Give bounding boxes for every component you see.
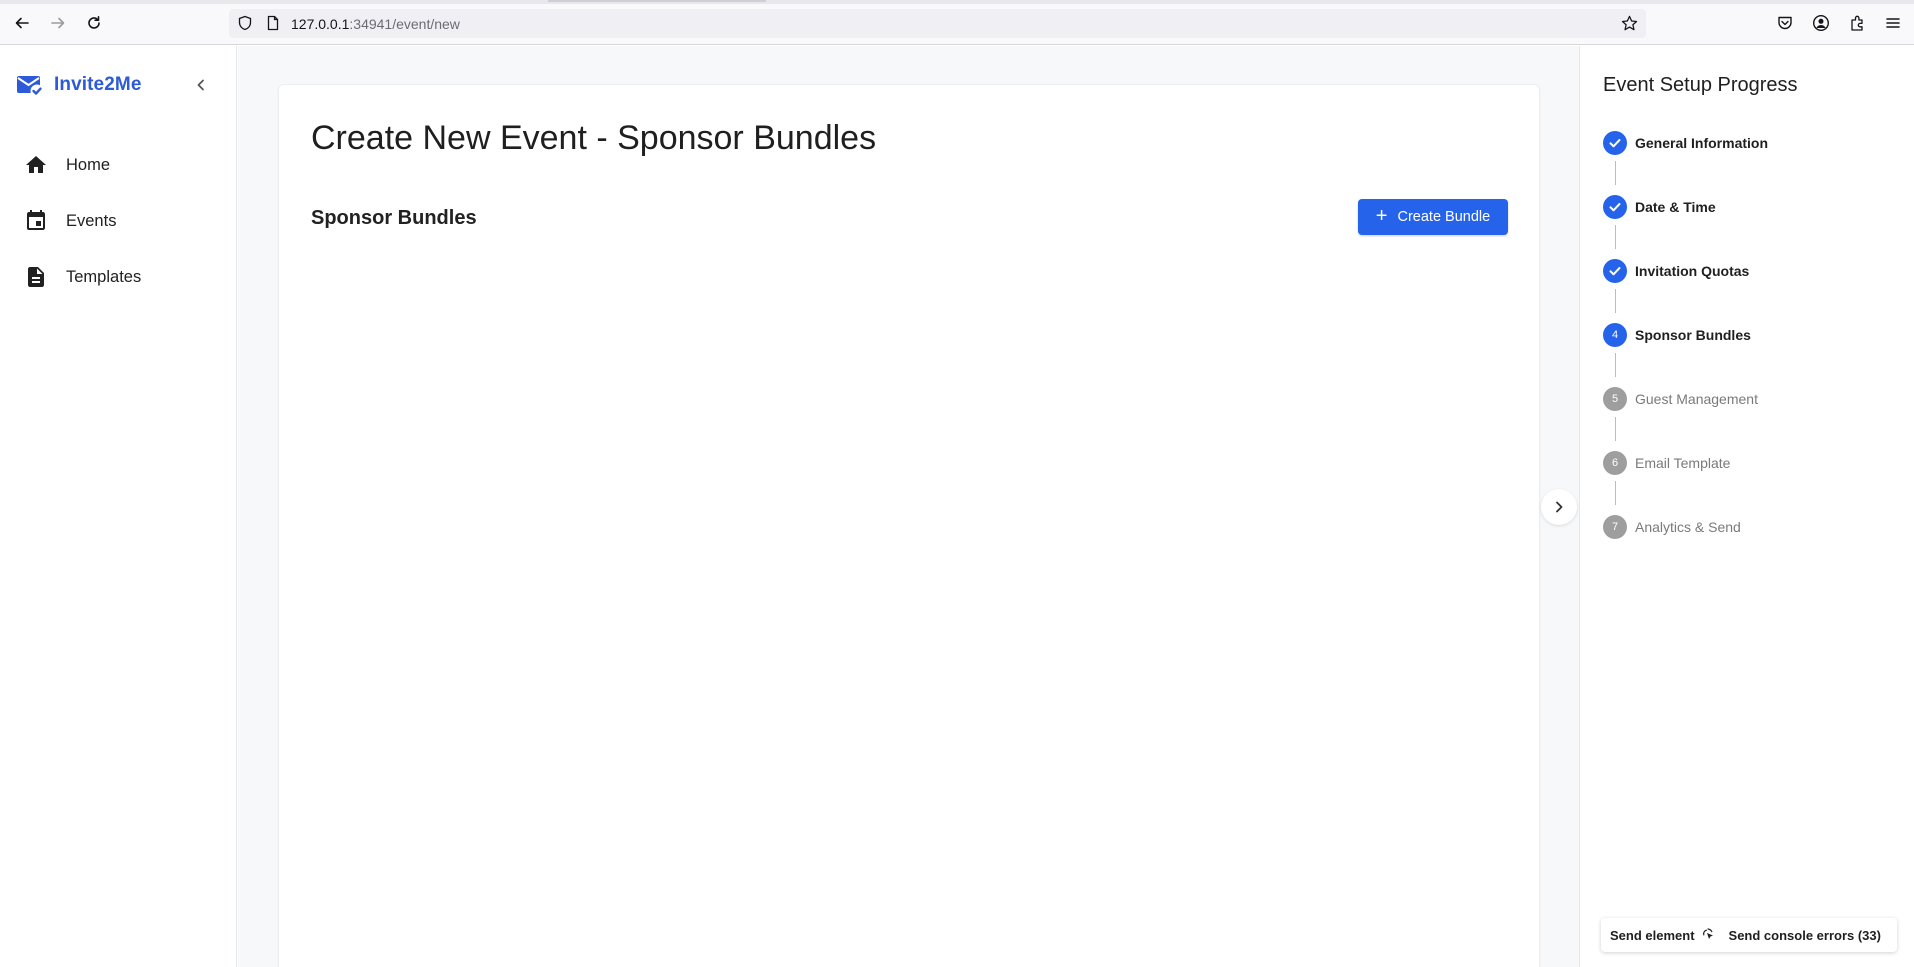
step-label: Sponsor Bundles xyxy=(1635,327,1751,343)
browser-toolbar: 127.0.0.1:34941/event/new xyxy=(0,0,1914,45)
address-bar[interactable]: 127.0.0.1:34941/event/new xyxy=(229,9,1646,38)
toggle-progress-panel-button[interactable] xyxy=(1541,489,1577,525)
sidebar-item-label: Home xyxy=(66,155,111,174)
bookmark-star-icon[interactable] xyxy=(1621,15,1638,32)
page-title: Create New Event - Sponsor Bundles xyxy=(311,119,877,157)
step-connector xyxy=(1615,161,1616,185)
step-number-badge: 5 xyxy=(1603,387,1627,411)
step-sponsor-bundles[interactable]: 4 Sponsor Bundles xyxy=(1603,322,1751,348)
send-console-errors-button[interactable]: Send console errors (33) xyxy=(1729,928,1881,943)
check-icon xyxy=(1603,259,1627,283)
sidebar-item-home[interactable]: Home xyxy=(24,151,110,179)
content-card: Create New Event - Sponsor Bundles Spons… xyxy=(278,84,1540,967)
step-number-badge: 4 xyxy=(1603,323,1627,347)
collapse-sidebar-button[interactable] xyxy=(190,74,212,96)
active-tab-indicator xyxy=(548,0,766,2)
tab-strip-edge xyxy=(0,0,1914,4)
step-number-badge: 7 xyxy=(1603,515,1627,539)
sidebar-item-label: Templates xyxy=(66,267,142,286)
cursor-click-icon xyxy=(1702,928,1713,939)
step-connector xyxy=(1615,417,1616,441)
step-connector xyxy=(1615,289,1616,313)
app-name: Invite2Me xyxy=(54,74,142,95)
sidebar-item-label: Events xyxy=(66,211,117,230)
main-content: Create New Event - Sponsor Bundles Spons… xyxy=(238,46,1579,967)
home-icon xyxy=(26,156,46,173)
url-text[interactable]: 127.0.0.1:34941/event/new xyxy=(291,16,460,32)
progress-panel: Event Setup Progress General Information… xyxy=(1579,46,1914,967)
menu-icon[interactable] xyxy=(1884,14,1902,32)
reload-icon[interactable] xyxy=(83,12,105,34)
step-connector xyxy=(1615,225,1616,249)
brand[interactable]: Invite2Me xyxy=(16,72,142,98)
sidebar-item-templates[interactable]: Templates xyxy=(24,263,141,291)
create-bundle-label: Create Bundle xyxy=(1397,209,1491,225)
forward-icon[interactable] xyxy=(47,12,69,34)
step-email-template[interactable]: 6 Email Template xyxy=(1603,450,1730,476)
send-element-label: Send element xyxy=(1610,927,1695,943)
devtools-bar: Send element Send console errors (33) xyxy=(1601,918,1897,952)
send-element-button[interactable]: Send element xyxy=(1610,928,1715,943)
sidebar: Invite2Me Home Events Templates xyxy=(0,46,237,967)
step-general-information[interactable]: General Information xyxy=(1603,130,1768,156)
step-invitation-quotas[interactable]: Invitation Quotas xyxy=(1603,258,1749,284)
step-connector xyxy=(1615,353,1616,377)
step-analytics-send[interactable]: 7 Analytics & Send xyxy=(1603,514,1741,540)
check-icon xyxy=(1603,195,1627,219)
step-label: Date & Time xyxy=(1635,199,1716,215)
chevron-right-icon xyxy=(1556,501,1563,513)
step-number-badge: 6 xyxy=(1603,451,1627,475)
sidebar-item-events[interactable]: Events xyxy=(24,207,116,235)
shield-icon[interactable] xyxy=(237,15,253,31)
step-label: Email Template xyxy=(1635,455,1731,471)
step-connector xyxy=(1615,481,1616,505)
section-title: Sponsor Bundles xyxy=(311,207,477,229)
page-icon xyxy=(267,15,279,31)
extensions-icon[interactable] xyxy=(1849,14,1867,32)
document-icon xyxy=(28,267,44,287)
plus-icon: + xyxy=(1375,205,1388,227)
account-icon[interactable] xyxy=(1812,14,1830,32)
back-icon[interactable] xyxy=(11,12,33,34)
step-guest-management[interactable]: 5 Guest Management xyxy=(1603,386,1758,412)
pocket-icon[interactable] xyxy=(1776,14,1794,32)
step-label: Guest Management xyxy=(1635,391,1758,407)
check-icon xyxy=(1603,131,1627,155)
step-label: General Information xyxy=(1635,135,1769,151)
calendar-icon xyxy=(27,210,45,230)
url-path: :34941/event/new xyxy=(349,16,460,32)
url-host: 127.0.0.1 xyxy=(291,16,350,32)
progress-title: Event Setup Progress xyxy=(1603,74,1798,96)
create-bundle-button[interactable]: + Create Bundle xyxy=(1358,199,1508,235)
step-label: Invitation Quotas xyxy=(1635,263,1750,279)
mail-check-logo-icon xyxy=(17,76,44,98)
step-date-time[interactable]: Date & Time xyxy=(1603,194,1716,220)
step-label: Analytics & Send xyxy=(1635,519,1741,535)
chevron-left-icon xyxy=(197,79,204,91)
